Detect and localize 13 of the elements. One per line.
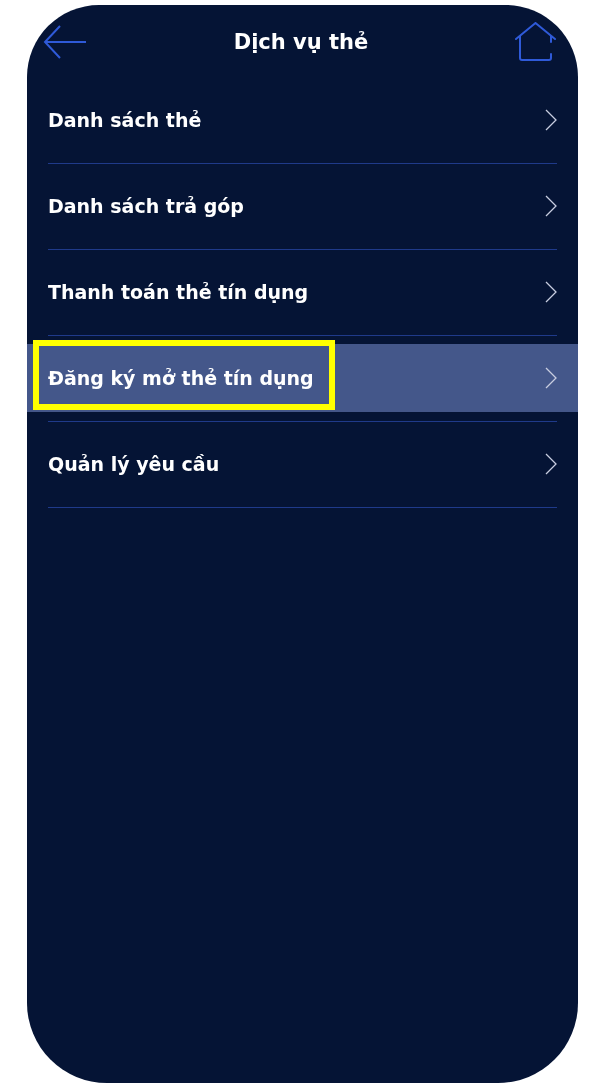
screen-title: Dịch vụ thẻ xyxy=(233,29,369,54)
chevron-right-icon xyxy=(545,367,557,389)
menu-item[interactable]: Danh sách thẻ xyxy=(27,86,578,154)
chevron-right-icon xyxy=(545,195,557,217)
menu-item[interactable]: Đăng ký mở thẻ tín dụng xyxy=(27,344,578,412)
chevron-right-icon xyxy=(545,109,557,131)
menu-item[interactable]: Quản lý yêu cầu xyxy=(27,430,578,498)
back-icon[interactable] xyxy=(43,23,87,60)
menu-item[interactable]: Danh sách trả góp xyxy=(27,172,578,240)
chevron-right-icon xyxy=(545,453,557,475)
chevron-right-icon xyxy=(545,281,557,303)
home-icon[interactable] xyxy=(515,22,556,61)
menu-item[interactable]: Thanh toán thẻ tín dụng xyxy=(27,258,578,326)
